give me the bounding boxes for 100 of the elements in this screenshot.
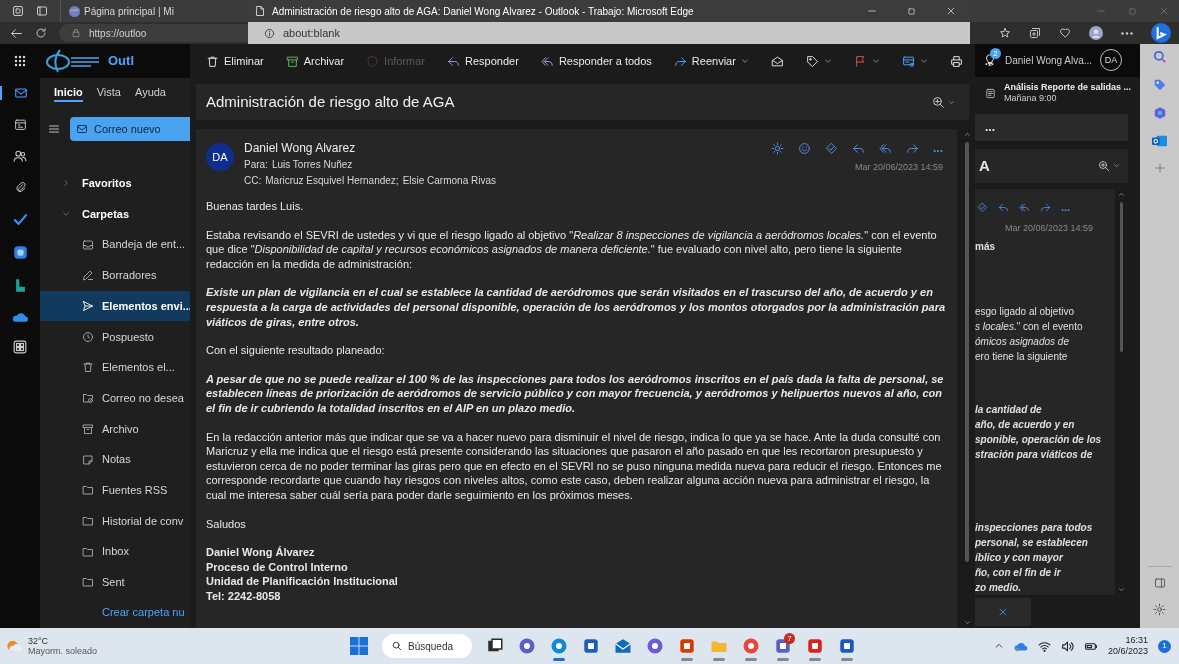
folder-icon [82,514,94,527]
scroll-up-icon [963,131,971,138]
close-icon [946,6,956,16]
create-folder-link[interactable]: Crear carpeta nu [40,597,190,628]
collections-icon [1029,27,1041,39]
app-icon[interactable] [646,637,664,655]
mail-app-icon[interactable] [1152,134,1167,148]
cloud-icon[interactable] [12,311,28,322]
envelope-button[interactable] [770,54,784,68]
folder-item[interactable]: Elementos el... [40,352,190,383]
zoom-button[interactable] [932,95,955,109]
app-launcher-icon[interactable] [14,55,26,67]
account-name[interactable]: Daniel Wong Alva... [1005,52,1093,68]
app-icon[interactable] [774,637,792,655]
new-mail-button[interactable]: Correo nuevo [70,117,190,141]
scroll-down-icon [963,619,971,626]
folder-item[interactable]: Fuentes RSS [40,474,190,506]
folder-item[interactable]: Pospuesto [40,321,190,353]
message-paragraph: Con el siguiente resultado planeado: [206,343,386,358]
lock-icon [71,28,81,38]
message-text-line: año, de acuerdo y en [975,418,1076,433]
browser-icon[interactable] [742,637,760,655]
more-button[interactable]: ... [985,118,995,136]
tag-icon [805,54,819,68]
browser-icon[interactable] [550,637,568,655]
recipient[interactable]: Luis Torres Nuñez [271,157,353,173]
message-paragraph: Estaba revisando el SEVRI de ustedes y vi que el riesgo ligado al objetivo "Realizar 8 inspecciones de vigilancia a aeródromos locales." con el evento que dice "Disponibilidad de capital y recursos económicos asignados de manera deficiente." fue evaluado con nivel alto, pero tiene la siguiente redacción en la medida de administración: [206,227,938,272]
folder-item[interactable]: Bandeja de ent... [40,229,190,261]
message-text-line: esgo ligado al objetivo [975,305,1075,320]
document-icon[interactable] [806,637,824,655]
clock-time[interactable]: 16:31 [1125,635,1148,646]
print-button[interactable] [949,54,963,68]
toolbar-button[interactable]: Eliminar [206,52,264,70]
toolbar-button[interactable]: Responder [447,52,519,70]
address-bar[interactable]: https://outloo [59,24,248,42]
store-icon[interactable] [582,637,600,655]
ribbon-tab[interactable]: Ayuda [135,83,166,102]
more-icon[interactable] [1121,31,1133,35]
info-icon [264,27,275,39]
logo-icon[interactable] [1151,23,1171,43]
search-box[interactable]: Búsqueda [382,634,472,658]
chevron-icon [948,98,955,106]
clock-date[interactable]: 20/6/2023 [1107,646,1148,657]
tag-button[interactable] [805,54,832,68]
maximize-icon [907,6,916,16]
to-label: Para: [244,158,268,172]
reply-icon [447,54,461,68]
message-text-line: zo medio. [975,581,1023,596]
ribbon-tab[interactable]: Vista [96,83,121,102]
more-button[interactable]: ... [933,139,943,157]
scrollbar-thumb[interactable] [965,142,969,562]
tabs-icon [36,5,48,17]
toolbar-button[interactable]: Responder a todos [540,52,652,70]
search-icon[interactable] [1152,50,1167,64]
chat-icon[interactable] [518,637,536,655]
scrollbar-thumb[interactable] [1120,202,1123,353]
sender-name[interactable]: Daniel Wong Alvarez [244,139,761,157]
folder-group[interactable]: Favoritos [40,168,190,199]
flag-button[interactable] [853,54,880,68]
sender-avatar[interactable]: DA [206,143,234,171]
cc-label: CC: [244,174,262,188]
mail-icon[interactable] [614,637,632,655]
notification-badge[interactable]: 1 [1158,639,1171,653]
more-button[interactable]: ... [1061,199,1071,216]
document-icon[interactable] [838,637,856,655]
profile-icon[interactable] [1089,26,1103,40]
zoom-button[interactable] [1098,159,1120,172]
chevron-icon [62,210,70,219]
folder-item[interactable]: Archivo [40,413,190,445]
app-icon[interactable] [13,278,27,293]
folder-item[interactable]: Historial de conv [40,505,190,537]
folder-item[interactable]: Notas [40,444,190,475]
menu-icon [48,123,60,135]
folder-item[interactable]: Correo no desea [40,382,190,414]
flag-icon [853,54,867,68]
lightbulb-icon [983,53,997,68]
apps-icon[interactable] [13,340,27,354]
reply-icon [998,201,1009,213]
sun-icon [771,141,784,155]
folder-group[interactable]: Carpetas [40,198,190,230]
ribbon-tab[interactable]: Inicio [54,83,83,102]
cloud-icon[interactable] [1013,640,1028,652]
folder-item[interactable]: Borradores [40,260,190,291]
folder-item[interactable]: Inbox [40,536,190,567]
trash-icon [206,54,219,68]
reply-all-icon [540,54,554,68]
temperature: 32°C [28,636,50,646]
address-bar[interactable]: about:blank [248,22,970,44]
toolbar-button[interactable]: Reenviar [673,52,749,70]
recipient[interactable]: Maricruz Esquivel Hernandez; [265,173,399,189]
wifi-icon [1037,639,1051,653]
folder-item[interactable]: Sent [40,566,190,598]
app-icon[interactable] [12,245,28,260]
toolbar-button[interactable]: Archivar [285,52,345,70]
folder-item[interactable]: Elementos envi... [40,290,190,322]
category-button[interactable] [901,54,928,68]
recipient[interactable]: Elsie Carmona Rivas [402,173,496,189]
scroll-down-icon [1118,586,1125,594]
message-text-line: la cantidad de [975,403,1043,418]
reminder-title[interactable]: Análisis Reporte de salidas ... [1004,82,1132,94]
